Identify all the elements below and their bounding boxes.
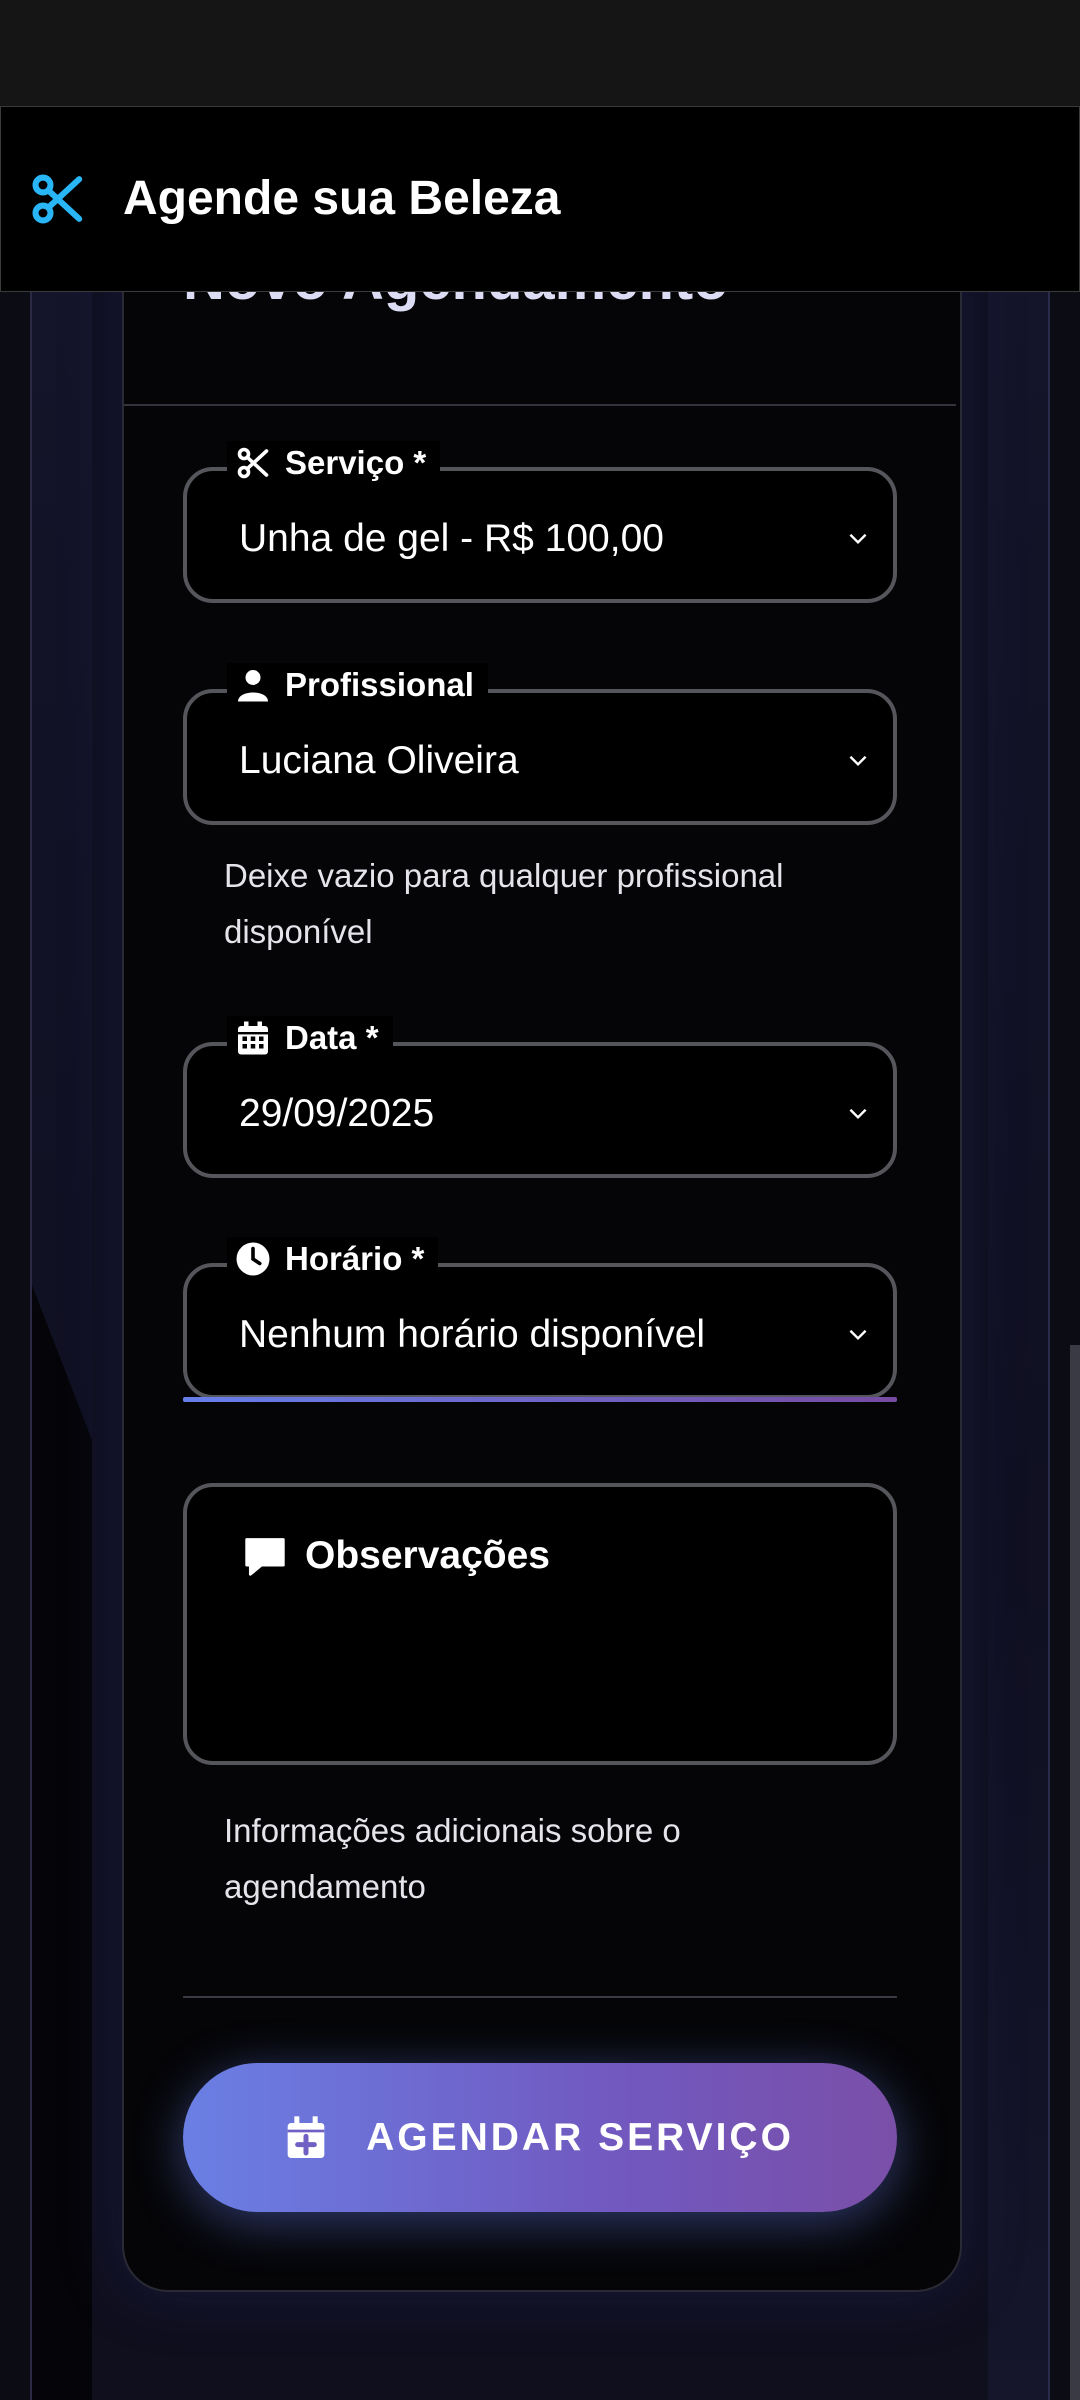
time-select[interactable]: Horário * Nenhum horário disponível <box>183 1237 897 1399</box>
status-bar <box>0 0 1080 106</box>
time-label: Horário * <box>227 1237 439 1281</box>
time-value: Nenhum horário disponível <box>239 1313 706 1356</box>
background-edge-right <box>1048 292 1050 2400</box>
person-icon <box>238 670 268 702</box>
scissors-icon[interactable] <box>29 171 85 227</box>
card-header-divider <box>124 404 956 406</box>
background-shape <box>30 1280 92 2400</box>
chevron-down-icon <box>849 1108 867 1120</box>
date-picker[interactable]: Data * 29/09/2025 <box>183 1016 897 1178</box>
app-bar: Agende sua Beleza <box>0 106 1080 292</box>
time-label-text: Horário * <box>285 1240 425 1277</box>
date-label-text: Data * <box>285 1019 379 1056</box>
notes-label-text: Observações <box>305 1534 550 1577</box>
professional-helper-text: Deixe vazio para qualquer profissional d… <box>224 857 784 950</box>
time-focus-underline <box>183 1397 897 1402</box>
scrollbar[interactable] <box>1070 1345 1080 2400</box>
section-divider <box>183 1996 897 1998</box>
service-value: Unha de gel - R$ 100,00 <box>239 517 664 560</box>
scissors-icon <box>237 447 269 479</box>
chevron-down-icon <box>849 1329 867 1341</box>
background-edge-left <box>30 292 32 2400</box>
notes-helper-text: Informações adicionais sobre o agendamen… <box>224 1812 681 1905</box>
professional-value: Luciana Oliveira <box>239 739 519 782</box>
calendar-icon <box>238 1021 268 1055</box>
notes-textarea[interactable]: Observações <box>183 1483 897 1765</box>
calendar-plus-icon <box>287 2115 325 2158</box>
schedule-service-button[interactable]: AGENDAR SERVIÇO <box>183 2063 897 2212</box>
date-value: 29/09/2025 <box>239 1092 435 1135</box>
app-title: Agende sua Beleza <box>123 172 561 225</box>
professional-select[interactable]: Profissional Luciana Oliveira <box>183 663 897 825</box>
notes-label: Observações <box>243 1531 550 1581</box>
clock-icon <box>236 1242 270 1276</box>
service-select[interactable]: Serviço * Unha de gel - R$ 100,00 <box>183 441 897 603</box>
schedule-service-label: AGENDAR SERVIÇO <box>366 2115 794 2159</box>
comment-icon <box>245 1538 285 1576</box>
chevron-down-icon <box>849 755 867 767</box>
service-label-text: Serviço * <box>285 444 427 481</box>
chevron-down-icon <box>849 533 867 545</box>
date-label: Data * <box>227 1016 393 1060</box>
service-label: Serviço * <box>227 441 441 485</box>
professional-label-text: Profissional <box>285 666 474 703</box>
professional-label: Profissional <box>227 663 488 707</box>
